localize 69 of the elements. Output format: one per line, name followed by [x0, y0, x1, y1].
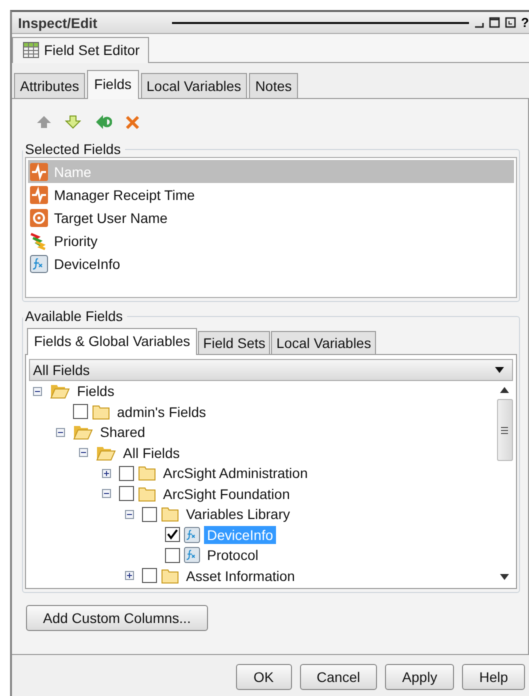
- fields-dropdown[interactable]: All Fields: [29, 359, 513, 381]
- open-folder-icon: [96, 444, 116, 461]
- add-custom-columns-button[interactable]: Add Custom Columns...: [26, 605, 208, 631]
- expander-icon[interactable]: [102, 489, 111, 498]
- expander-icon[interactable]: [33, 386, 42, 396]
- help-button[interactable]: ?: [521, 15, 529, 30]
- scroll-down-icon[interactable]: [500, 574, 509, 580]
- maximize-icon[interactable]: [489, 17, 500, 28]
- function-icon: [184, 547, 200, 564]
- branch-arrow-icon[interactable]: [94, 113, 112, 131]
- delete-icon[interactable]: [125, 114, 140, 130]
- list-item[interactable]: Priority: [28, 229, 514, 252]
- group-title: Selected Fields: [24, 141, 122, 157]
- function-icon: [184, 526, 200, 543]
- tree-item[interactable]: Protocol: [204, 546, 262, 564]
- checkbox[interactable]: [142, 506, 157, 522]
- editor-tab[interactable]: Field Set Editor: [12, 37, 149, 63]
- open-folder-icon: [73, 424, 93, 440]
- tab[interactable]: Local Variables: [140, 73, 248, 98]
- dialog-button[interactable]: Cancel: [300, 664, 378, 690]
- expander-icon[interactable]: [56, 428, 65, 437]
- tab[interactable]: Attributes: [14, 73, 86, 98]
- expander-icon[interactable]: [102, 468, 111, 478]
- lightning-icon: [30, 232, 48, 250]
- tree-item[interactable]: All Fields: [120, 444, 183, 462]
- folder-icon: [161, 506, 179, 522]
- function-icon: [30, 254, 48, 272]
- down-arrow-icon[interactable]: [65, 115, 81, 129]
- tree-item[interactable]: Shared: [97, 423, 148, 442]
- scroll-up-icon[interactable]: [500, 387, 509, 393]
- tree-item[interactable]: ArcSight Administration: [160, 464, 311, 482]
- target-icon: [30, 208, 48, 226]
- dropdown-arrow-icon: [495, 367, 504, 373]
- window-title: Inspect/Edit: [18, 14, 98, 30]
- event-icon: [30, 186, 48, 204]
- checkbox[interactable]: [119, 486, 134, 502]
- checkbox[interactable]: [165, 527, 180, 542]
- tab[interactable]: Notes: [249, 73, 298, 98]
- tree-item[interactable]: Variables Library: [183, 505, 294, 524]
- folder-icon: [92, 404, 110, 420]
- checkbox[interactable]: [165, 548, 180, 563]
- tab[interactable]: Fields & Global Variables: [27, 328, 198, 355]
- dialog-button[interactable]: Help: [462, 664, 525, 690]
- open-folder-icon: [50, 383, 70, 400]
- tab[interactable]: Field Sets: [198, 331, 270, 354]
- expander-icon[interactable]: [125, 571, 134, 580]
- dialog-button[interactable]: OK: [236, 664, 292, 690]
- tree-item[interactable]: Fields: [74, 382, 118, 400]
- tree-item[interactable]: Asset Information: [183, 566, 298, 585]
- list-item[interactable]: Target User Name: [28, 206, 514, 229]
- tab[interactable]: Local Variables: [271, 331, 376, 354]
- checkbox[interactable]: [142, 568, 157, 584]
- expander-icon[interactable]: [125, 510, 134, 519]
- grid-icon: [23, 42, 39, 58]
- expander-icon[interactable]: [79, 448, 88, 458]
- restore-icon[interactable]: [505, 17, 516, 28]
- checkbox[interactable]: [119, 466, 134, 481]
- tree-item[interactable]: admin's Fields: [114, 402, 210, 421]
- folder-icon: [138, 486, 156, 502]
- dialog-button[interactable]: Apply: [385, 664, 454, 690]
- checkbox[interactable]: [73, 404, 88, 420]
- folder-icon: [161, 568, 179, 584]
- folder-icon: [138, 465, 156, 482]
- group-title: Available Fields: [24, 308, 124, 324]
- tree-item[interactable]: ArcSight Foundation: [160, 484, 293, 503]
- list-item[interactable]: DeviceInfo: [28, 252, 514, 275]
- event-icon: [30, 162, 48, 180]
- tab[interactable]: Fields: [87, 70, 138, 99]
- list-item[interactable]: Manager Receipt Time: [28, 183, 514, 206]
